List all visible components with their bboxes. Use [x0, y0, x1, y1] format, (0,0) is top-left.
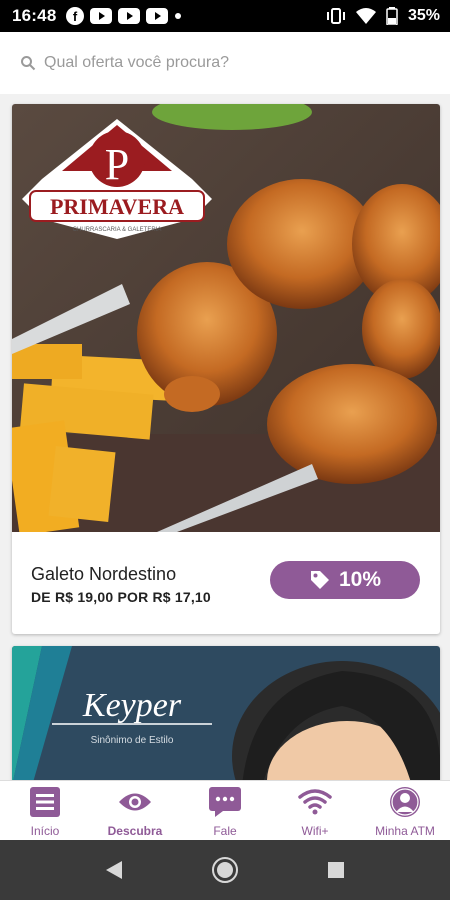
- wifi-icon: [298, 789, 332, 815]
- nav-item-inicio[interactable]: Início: [0, 781, 90, 841]
- tag-icon: [310, 571, 329, 589]
- svg-text:f: f: [73, 9, 78, 24]
- brand-logo-subtext: CHURRASCARIA & GALETERIA: [73, 227, 162, 233]
- offer-title: Galeto Nordestino: [31, 564, 177, 584]
- battery-icon: [386, 7, 398, 25]
- nav-label: Início: [30, 824, 60, 838]
- nav-label: Fale: [213, 824, 237, 838]
- search-icon: [21, 56, 36, 71]
- status-bar: 16:48 f 35%: [0, 0, 450, 32]
- offer-feed[interactable]: P PRIMAVERA CHURRASCARIA & GALETERIA Gal…: [0, 94, 450, 780]
- nav-item-wifi[interactable]: Wifi+: [270, 781, 360, 841]
- search-input[interactable]: [42, 53, 406, 73]
- offer-price: DE R$ 19,00 POR R$ 17,10: [31, 589, 211, 605]
- discount-badge[interactable]: 10%: [270, 561, 420, 599]
- offer-image: Keyper Sinônimo de Estilo: [12, 646, 440, 780]
- notification-icons: f: [66, 7, 182, 25]
- facebook-icon: f: [66, 7, 85, 25]
- home-button[interactable]: [211, 856, 239, 884]
- home-circle-icon: [212, 857, 238, 883]
- nav-item-fale[interactable]: Fale: [180, 781, 270, 841]
- system-navigation: [0, 840, 450, 900]
- youtube-icon: [90, 8, 113, 24]
- wifi-icon: [355, 8, 376, 24]
- dot-icon: [175, 13, 182, 19]
- brand-logo-subtext: Sinônimo de Estilo: [91, 735, 174, 746]
- search-bar[interactable]: [0, 32, 450, 94]
- offer-card[interactable]: P PRIMAVERA CHURRASCARIA & GALETERIA Gal…: [12, 104, 440, 634]
- chat-icon: [209, 787, 241, 817]
- nav-label: Descubra: [107, 824, 163, 838]
- back-button[interactable]: [105, 860, 123, 880]
- status-time: 16:48: [12, 6, 57, 25]
- eye-icon: [119, 793, 151, 811]
- offer-image: P PRIMAVERA CHURRASCARIA & GALETERIA: [12, 104, 440, 532]
- youtube-icon: [146, 8, 169, 24]
- bottom-navigation: Início Descubra Fale Wifi+ Minha ATM: [0, 780, 450, 841]
- brand-logo-text: PRIMAVERA: [50, 194, 184, 219]
- nav-label: Wifi+: [301, 824, 329, 838]
- nav-item-descubra[interactable]: Descubra: [90, 781, 180, 841]
- recents-button[interactable]: [327, 861, 345, 879]
- brand-logo-text: Keyper: [82, 687, 182, 724]
- nav-item-minha-atm[interactable]: Minha ATM: [360, 781, 450, 841]
- offer-card[interactable]: Keyper Sinônimo de Estilo: [12, 646, 440, 780]
- home-list-icon: [30, 787, 60, 817]
- recents-icon: [328, 862, 344, 878]
- svg-text:P: P: [105, 140, 129, 189]
- nav-label: Minha ATM: [375, 824, 435, 838]
- back-icon: [106, 861, 122, 879]
- youtube-icon: [118, 8, 141, 24]
- discount-value: 10%: [338, 568, 382, 591]
- status-right: 35%: [326, 0, 440, 32]
- vibrate-icon: [326, 8, 345, 24]
- battery-percent: 35%: [407, 7, 440, 24]
- user-icon: [390, 787, 420, 817]
